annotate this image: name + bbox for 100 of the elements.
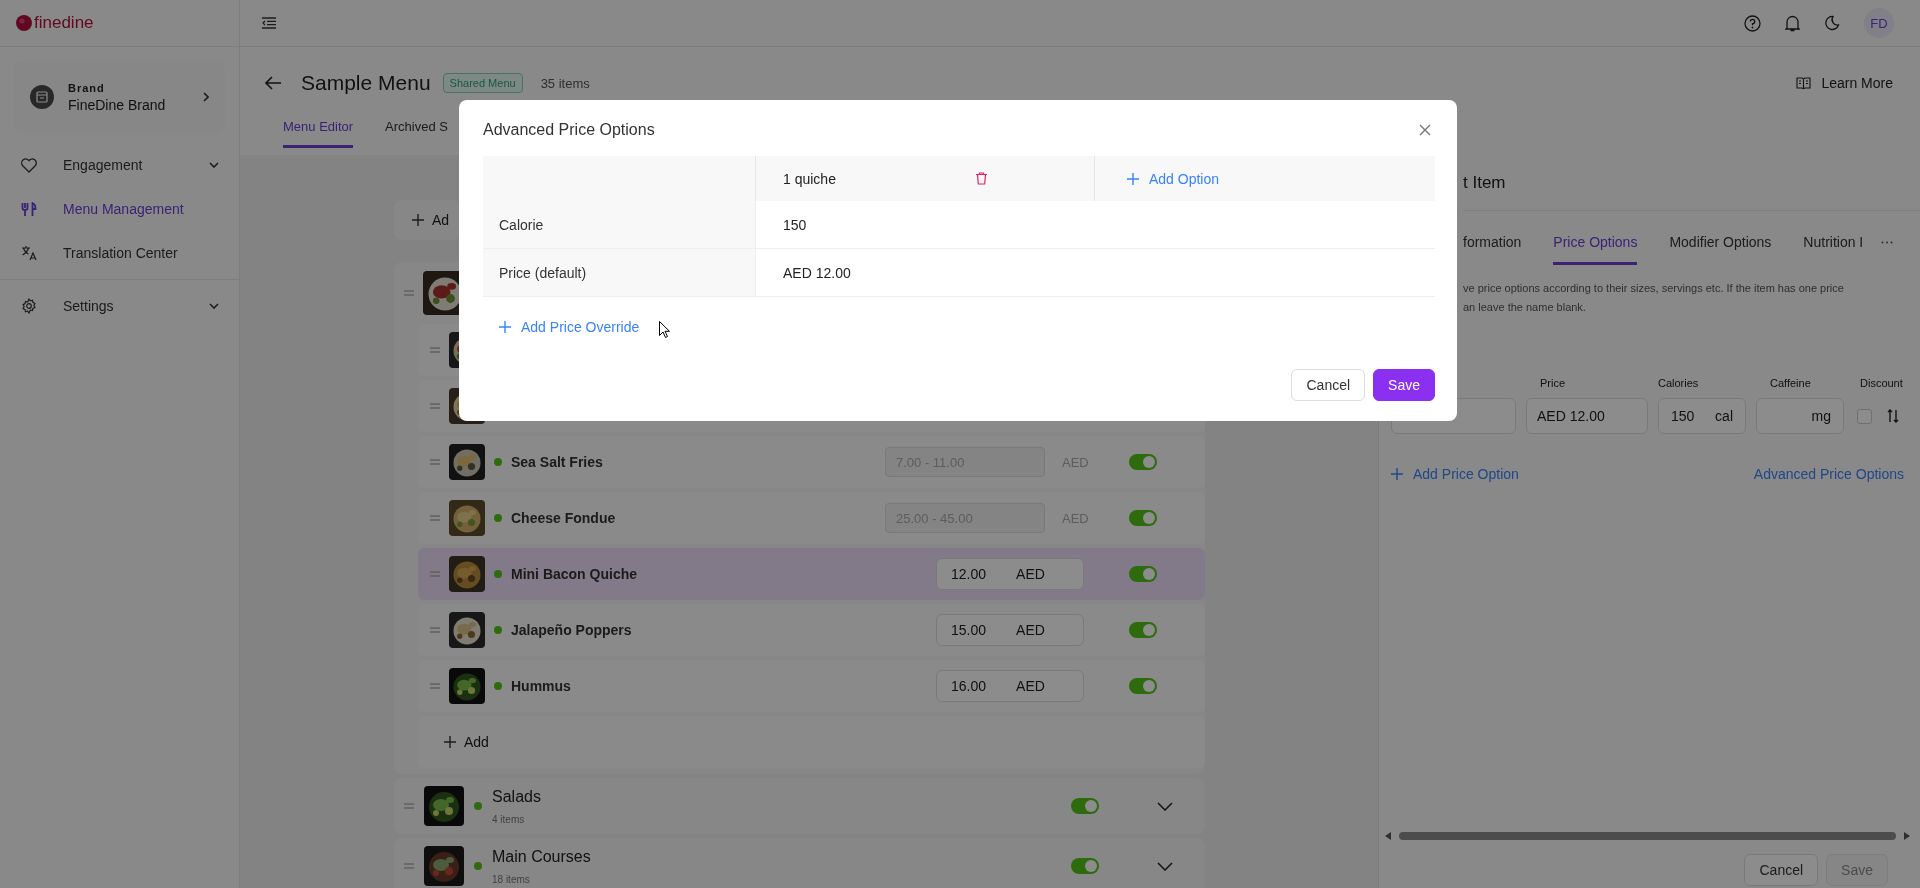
- item-name: Sea Salt Fries: [511, 454, 603, 470]
- heart-icon: [20, 157, 38, 173]
- cancel-button[interactable]: Cancel: [1291, 369, 1366, 401]
- category-count: 18 items: [492, 873, 531, 885]
- tab[interactable]: formation: [1463, 234, 1522, 265]
- tab[interactable]: Nutrition I: [1803, 234, 1864, 265]
- avatar[interactable]: FD: [1864, 8, 1894, 38]
- description-text: ve price options according to their sizes, servings etc. If the item has one price: [1463, 281, 1845, 296]
- table-cell: 150: [755, 201, 1094, 248]
- back-arrow-icon[interactable]: [265, 76, 281, 90]
- tab[interactable]: Modifier Options: [1669, 234, 1772, 265]
- settings-icon: [20, 298, 38, 314]
- item-name: Cheese Fondue: [511, 510, 616, 526]
- menu-title: Sample Menu: [301, 71, 431, 95]
- brand-name: FineDine Brand: [68, 96, 167, 113]
- toggle-switch[interactable]: [1129, 622, 1157, 638]
- dialog-title: Advanced Price Options: [483, 121, 655, 139]
- drag-handle-icon[interactable]: [430, 403, 440, 409]
- option-name: 1 quiche: [783, 170, 836, 187]
- logo-text: finedine: [34, 13, 94, 33]
- column-header: Price: [1539, 377, 1567, 389]
- drag-handle-icon[interactable]: [430, 347, 440, 353]
- drag-handle-icon[interactable]: [430, 627, 440, 633]
- tab[interactable]: Price Options: [1553, 234, 1638, 265]
- add-option-link[interactable]: Add Option: [1094, 156, 1435, 201]
- price-field[interactable]: 12.00 AED: [936, 558, 1084, 590]
- plus-icon: [1391, 468, 1403, 480]
- category-row[interactable]: Main Courses 18 items: [394, 838, 1205, 888]
- chevron-right-icon: [203, 92, 209, 102]
- add-price-override-link[interactable]: Add Price Override: [499, 318, 640, 335]
- price-field[interactable]: 16.00 AED: [936, 670, 1084, 702]
- drag-handle-icon[interactable]: [430, 571, 440, 577]
- pointer-icon: [659, 321, 671, 338]
- item-count: 35 items: [540, 75, 590, 91]
- category-count: 4 items: [492, 813, 526, 825]
- calories-field[interactable]: 150 cal: [1658, 398, 1746, 434]
- help-icon[interactable]: [1744, 14, 1761, 32]
- plus-icon: [1127, 172, 1139, 185]
- add-price-option-link[interactable]: Add Price Option: [1391, 466, 1519, 482]
- column-header: Calories: [1658, 377, 1700, 389]
- drag-handle-icon[interactable]: [430, 683, 440, 689]
- menu-icon[interactable]: [262, 17, 276, 29]
- table-cell: AED 12.00: [755, 249, 1094, 296]
- chevron-down-icon[interactable]: [1157, 861, 1173, 871]
- logo-icon: [16, 15, 32, 31]
- row-label: Calorie: [483, 201, 755, 248]
- category-row[interactable]: Salads 4 items: [394, 778, 1205, 834]
- shared-badge: Shared Menu: [442, 73, 523, 93]
- nav-item[interactable]: Settings: [0, 284, 239, 328]
- item-name: Jalapeño Poppers: [511, 622, 632, 638]
- store-icon: [30, 85, 54, 109]
- item-row[interactable]: Mini Bacon Quiche 12.00 AED: [418, 548, 1205, 600]
- nav-item[interactable]: Translation Center: [0, 231, 239, 275]
- toggle-switch[interactable]: [1071, 798, 1099, 814]
- cancel-button[interactable]: Cancel: [1744, 854, 1819, 886]
- chevron-down-icon[interactable]: [1157, 801, 1173, 811]
- chevron-down-icon: [209, 303, 219, 309]
- drag-handle-icon[interactable]: [430, 459, 440, 465]
- discount-checkbox[interactable]: [1857, 408, 1872, 424]
- toggle-switch[interactable]: [1129, 454, 1157, 470]
- drag-handle-icon[interactable]: [430, 515, 440, 521]
- drag-handle-icon[interactable]: [404, 803, 414, 809]
- nav-item[interactable]: Engagement: [0, 143, 239, 187]
- tab[interactable]: Menu Editor: [283, 119, 354, 148]
- close-icon[interactable]: [1419, 124, 1431, 136]
- learn-more-link[interactable]: Learn More: [1796, 75, 1893, 91]
- nav-item[interactable]: Menu Management: [0, 187, 239, 231]
- price-field[interactable]: 15.00 AED: [936, 614, 1084, 646]
- toggle-switch[interactable]: [1129, 566, 1157, 582]
- plus-icon: [499, 320, 511, 333]
- trash-icon[interactable]: [975, 172, 987, 185]
- brand-label: Brand: [68, 81, 106, 94]
- save-button[interactable]: Save: [1373, 369, 1435, 401]
- more-icon[interactable]: [1881, 241, 1894, 244]
- add-section-button[interactable]: Ad: [394, 200, 460, 240]
- toggle-switch[interactable]: [1129, 510, 1157, 526]
- drag-handle-icon[interactable]: [404, 290, 414, 296]
- scroll-left-icon[interactable]: [1385, 832, 1391, 840]
- translate-icon: [20, 245, 38, 261]
- item-name: Hummus: [511, 678, 571, 694]
- bell-icon[interactable]: [1785, 14, 1800, 32]
- chevron-down-icon: [209, 162, 219, 168]
- description-text: an leave the name blank.: [1463, 300, 1587, 315]
- toggle-switch[interactable]: [1129, 678, 1157, 694]
- drag-handle-icon[interactable]: [404, 863, 414, 869]
- item-name: Mini Bacon Quiche: [511, 566, 637, 582]
- advanced-price-options-link[interactable]: Advanced Price Options: [1753, 466, 1904, 482]
- category-name: Main Courses: [492, 847, 591, 866]
- scroll-right-icon[interactable]: [1904, 832, 1910, 840]
- column-header: Caffeine: [1769, 377, 1812, 389]
- panel-title: t Item: [1463, 155, 1920, 211]
- caffeine-field[interactable]: mg: [1756, 398, 1844, 434]
- tab[interactable]: Archived S: [385, 119, 448, 148]
- moon-icon[interactable]: [1824, 15, 1840, 31]
- scrollbar-thumb[interactable]: [1399, 832, 1896, 840]
- toggle-switch[interactable]: [1071, 858, 1099, 874]
- sort-icon[interactable]: [1887, 409, 1899, 423]
- category-name: Salads: [492, 787, 541, 806]
- price-field[interactable]: AED 12.00: [1526, 398, 1648, 434]
- column-header: Discount: [1859, 377, 1904, 389]
